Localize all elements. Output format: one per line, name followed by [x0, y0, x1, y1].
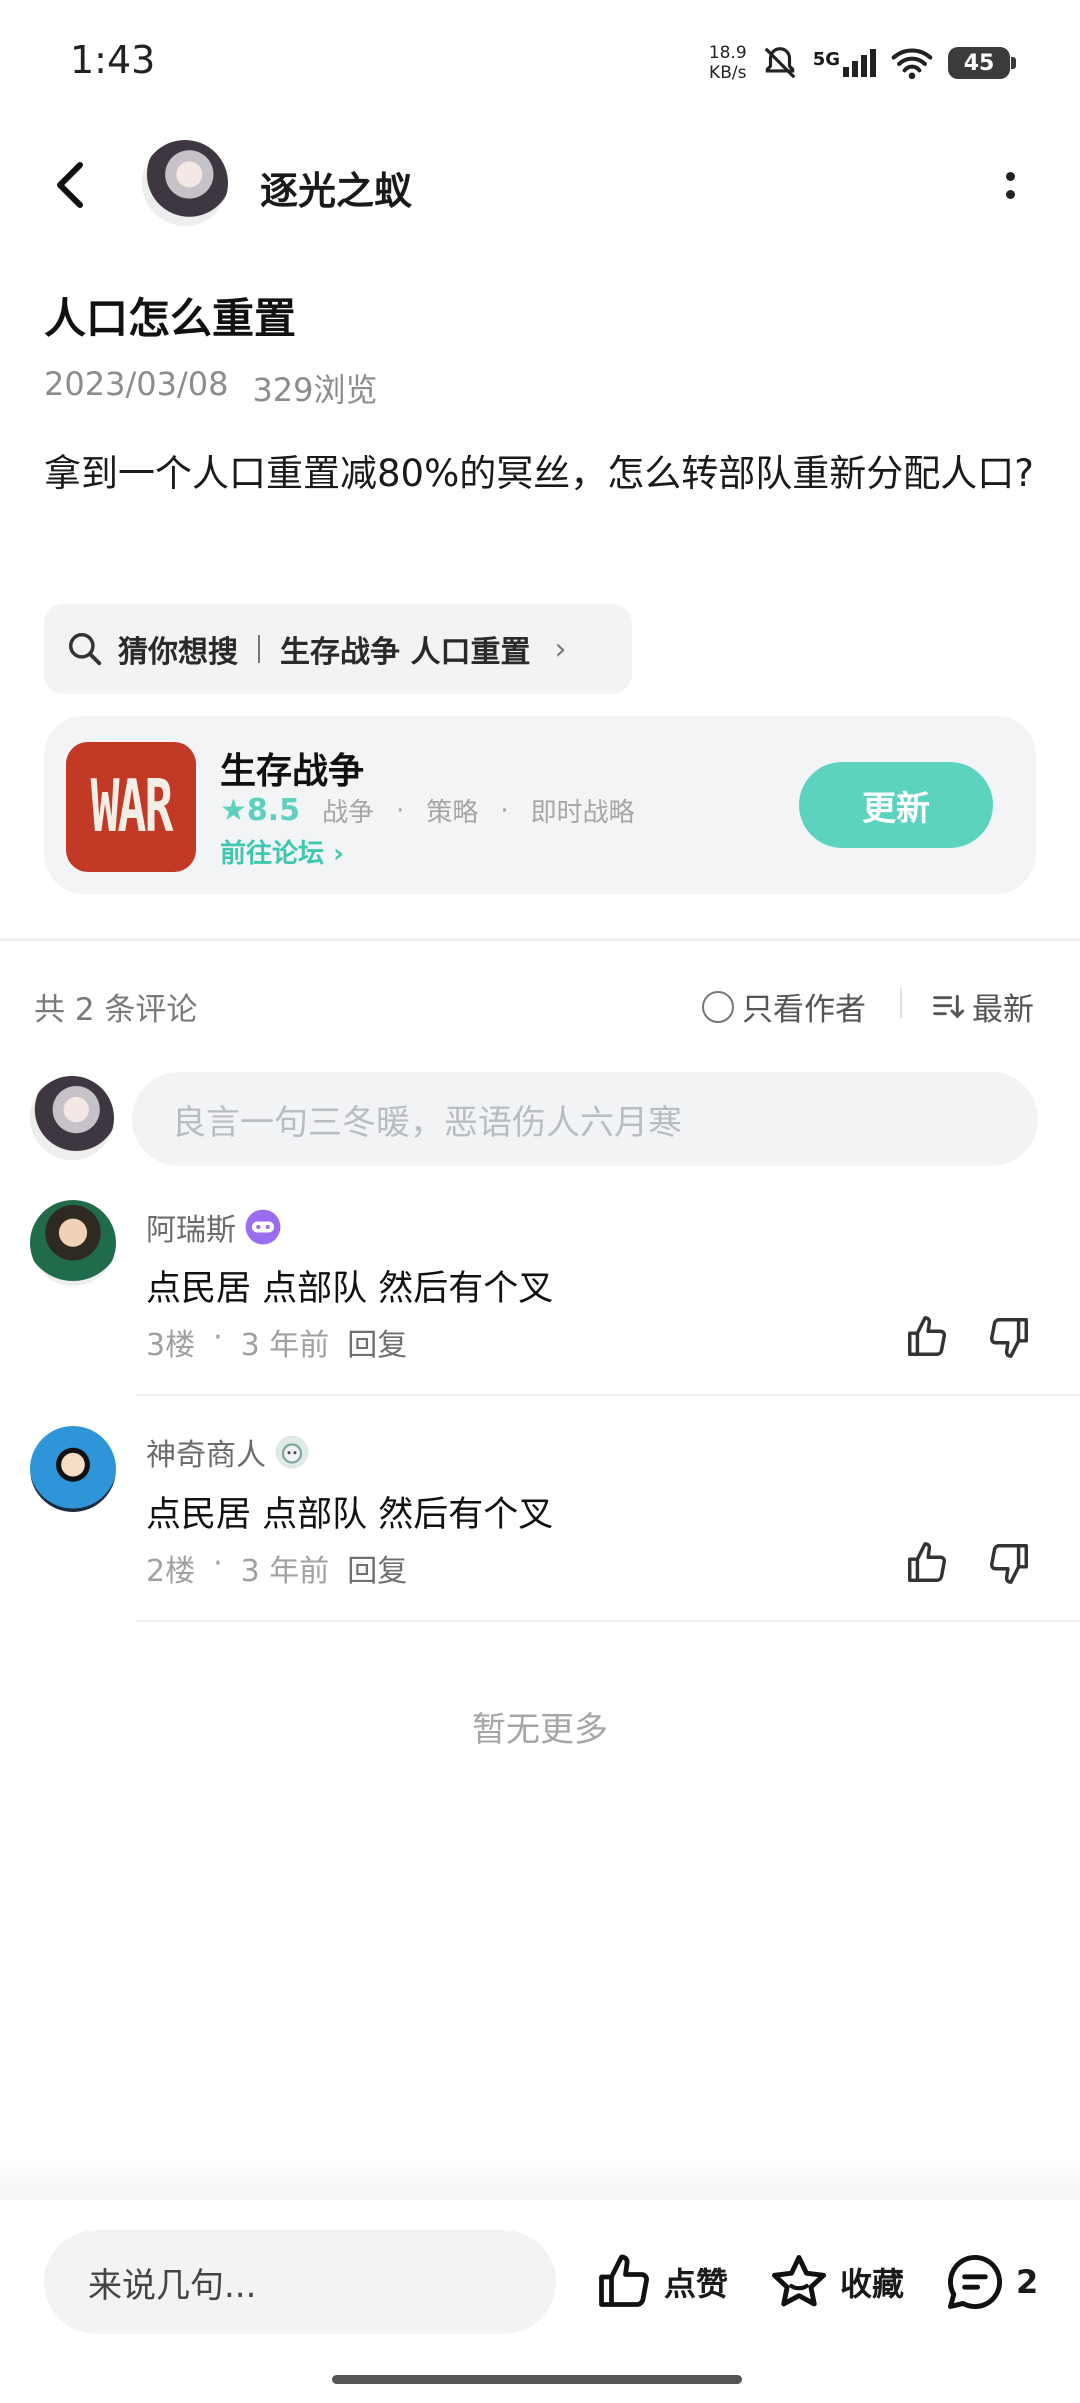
divider — [900, 988, 902, 1018]
search-icon — [69, 633, 102, 666]
forum-link-label: 前往论坛 — [220, 839, 325, 869]
comments-button[interactable]: 2 — [944, 2250, 1038, 2314]
divider — [258, 635, 260, 663]
battery-icon: 45 — [948, 47, 1016, 79]
sort-label: 最新 — [972, 992, 1034, 1028]
post-title: 人口怎么重置 — [44, 294, 297, 343]
more-menu-button[interactable] — [990, 160, 1030, 210]
search-suggestion-query: 生存战争 人口重置 — [280, 635, 531, 670]
dislike-button[interactable] — [986, 1540, 1036, 1590]
update-button[interactable]: 更新 — [799, 762, 993, 848]
commenter-name-label: 神奇商人 — [146, 1438, 266, 1473]
star-icon — [772, 2255, 826, 2307]
comment-text: 点民居 点部队 然后有个叉 — [146, 1269, 554, 1309]
more-dot-icon — [1005, 171, 1015, 181]
game-tag: 策略 — [426, 798, 479, 828]
author-avatar[interactable] — [142, 140, 228, 226]
comment-divider — [136, 1620, 1080, 1622]
signal-icon: 5G — [813, 49, 876, 77]
bottom-shadow — [0, 2160, 1080, 2200]
game-name[interactable]: 生存战争 — [220, 742, 364, 794]
comment-divider — [136, 1394, 1080, 1396]
radio-circle-icon — [702, 990, 734, 1023]
meta-separator: · — [213, 1320, 223, 1355]
comment-input[interactable]: 良言一句三冬暖，恶语伤人六月寒 — [132, 1072, 1038, 1166]
rating-value: 8.5 — [246, 793, 301, 828]
favorite-label: 收藏 — [840, 2265, 905, 2303]
comment-meta: 3楼 · 3 年前 回复 — [146, 1320, 407, 1364]
reply-button[interactable]: 回复 — [347, 1320, 407, 1364]
author-only-toggle[interactable]: 只看作者 — [702, 984, 866, 1029]
meta-separator: · — [213, 1546, 223, 1581]
like-label: 点赞 — [664, 2265, 729, 2303]
comment-meta: 2楼 · 3 年前 回复 — [146, 1546, 407, 1590]
thumbs-up-icon — [908, 1542, 946, 1582]
network-type: 5G — [812, 49, 840, 70]
game-card[interactable]: WAR 生存战争 ★8.5 战争 · 策略 · 即时战略 前往论坛 › 更新 — [44, 716, 1036, 894]
thumbs-down-icon — [990, 1544, 1028, 1584]
game-rating-row: ★8.5 战争 · 策略 · 即时战略 — [220, 792, 635, 829]
forum-link[interactable]: 前往论坛 › — [220, 833, 344, 870]
commenter-name-label: 阿瑞斯 — [146, 1213, 236, 1248]
author-name[interactable]: 逐光之蚁 — [260, 160, 412, 215]
wifi-icon — [891, 48, 933, 80]
sort-button[interactable]: 最新 — [932, 984, 1034, 1029]
back-button[interactable] — [40, 150, 100, 220]
my-avatar — [30, 1076, 114, 1160]
comment-floor: 3楼 — [146, 1328, 196, 1363]
chevron-right-icon: › — [333, 839, 344, 869]
game-tag: 战争 — [322, 798, 375, 828]
post-views: 329浏览 — [252, 371, 378, 409]
star-icon: ★ — [220, 793, 247, 828]
like-post-button[interactable]: 点赞 — [594, 2250, 728, 2314]
game-icon[interactable]: WAR — [66, 742, 196, 872]
sort-icon — [933, 994, 964, 1018]
commenter-name[interactable]: 阿瑞斯 — [146, 1205, 282, 1249]
game-icon-logo-text: WAR — [90, 765, 174, 849]
chat-bubble-icon — [948, 2255, 1002, 2309]
tag-separator: · — [396, 795, 405, 826]
no-more-text: 暂无更多 — [472, 1710, 608, 1750]
commenter-avatar[interactable] — [30, 1200, 116, 1286]
comment-count-badge: 2 — [1016, 2263, 1039, 2301]
thumbs-up-icon — [599, 2254, 649, 2307]
game-tag: 即时战略 — [530, 798, 635, 828]
post-body: 拿到一个人口重置减80%的冥丝，怎么转部队重新分配人口? — [44, 452, 1034, 495]
comment-time: 3 年前 — [240, 1554, 330, 1589]
dislike-button[interactable] — [986, 1314, 1036, 1364]
thumbs-up-icon — [908, 1316, 946, 1356]
search-suggestion[interactable]: 猜你想搜 生存战争 人口重置 › — [44, 604, 632, 694]
section-divider — [0, 938, 1080, 941]
net-speed-value: 18.9 — [708, 43, 747, 63]
net-speed: 18.9 KB/s — [709, 43, 747, 83]
reply-button[interactable]: 回复 — [347, 1546, 407, 1590]
comment-time: 3 年前 — [240, 1328, 330, 1363]
chevron-left-icon — [56, 162, 83, 208]
chevron-right-icon: › — [554, 631, 567, 667]
commenter-avatar[interactable] — [30, 1426, 116, 1512]
commenter-name[interactable]: 神奇商人 — [146, 1430, 310, 1474]
tag-separator: · — [500, 795, 509, 826]
favorite-button[interactable]: 收藏 — [768, 2250, 904, 2314]
like-button[interactable] — [904, 1314, 954, 1364]
author-only-label: 只看作者 — [742, 992, 866, 1028]
like-button[interactable] — [904, 1540, 954, 1590]
home-indicator[interactable] — [332, 2375, 742, 2384]
comment-floor: 2楼 — [146, 1554, 196, 1589]
character-badge-icon — [275, 1435, 309, 1469]
comment-text: 点民居 点部队 然后有个叉 — [146, 1495, 554, 1535]
status-icons: 18.9 KB/s 5G 45 — [709, 38, 1016, 88]
post-date: 2023/03/08 — [44, 365, 229, 403]
post-meta: 2023/03/08 329浏览 — [44, 365, 378, 411]
bottom-comment-input[interactable]: 来说几句... — [44, 2230, 556, 2334]
status-time: 1:43 — [70, 38, 156, 82]
gamepad-badge-icon — [245, 1209, 281, 1245]
mute-bell-icon — [764, 47, 796, 79]
comment-count: 共 2 条评论 — [34, 992, 198, 1028]
thumbs-down-icon — [990, 1318, 1028, 1358]
net-speed-unit: KB/s — [709, 63, 747, 83]
game-rating: ★8.5 — [220, 793, 300, 828]
search-suggestion-label: 猜你想搜 — [118, 635, 238, 670]
more-dot-icon — [1005, 189, 1015, 199]
